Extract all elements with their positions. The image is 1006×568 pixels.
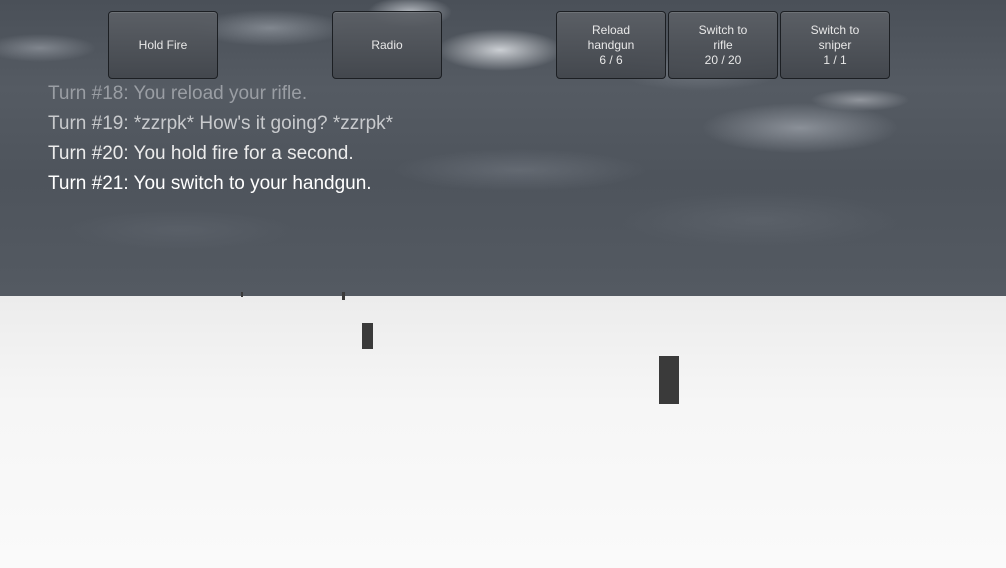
game-viewport[interactable]: Hold Fire Radio Reload handgun 6 / 6 Swi…: [0, 0, 1006, 568]
ammo-count: 6 / 6: [599, 52, 623, 67]
button-label: Hold Fire: [138, 37, 188, 52]
button-label: Reload: [591, 22, 631, 37]
log-line: Turn #21: You switch to your handgun.: [48, 173, 372, 194]
snow-ground: [0, 296, 1006, 568]
target-post[interactable]: [362, 323, 373, 349]
log-line: Turn #20: You hold fire for a second.: [48, 143, 354, 164]
button-label: rifle: [713, 37, 733, 52]
hold-fire-button[interactable]: Hold Fire: [108, 11, 218, 79]
turn-log: Turn #18: You reload your rifle. Turn #1…: [48, 79, 393, 199]
reload-handgun-button[interactable]: Reload handgun 6 / 6: [556, 11, 666, 79]
log-line: Turn #18: You reload your rifle.: [48, 83, 308, 104]
button-label: sniper: [818, 37, 852, 52]
ammo-count: 1 / 1: [823, 52, 847, 67]
switch-to-rifle-button[interactable]: Switch to rifle 20 / 20: [668, 11, 778, 79]
target-post[interactable]: [659, 356, 679, 404]
ammo-count: 20 / 20: [704, 52, 742, 67]
button-label: handgun: [587, 37, 635, 52]
radio-button[interactable]: Radio: [332, 11, 442, 79]
button-label: Radio: [371, 37, 403, 52]
switch-to-sniper-button[interactable]: Switch to sniper 1 / 1: [780, 11, 890, 79]
button-label: Switch to: [810, 22, 860, 37]
button-label: Switch to: [698, 22, 748, 37]
distant-target[interactable]: [241, 292, 243, 297]
distant-target[interactable]: [342, 292, 345, 300]
log-line: Turn #19: *zzrpk* How's it going? *zzrpk…: [48, 113, 394, 134]
